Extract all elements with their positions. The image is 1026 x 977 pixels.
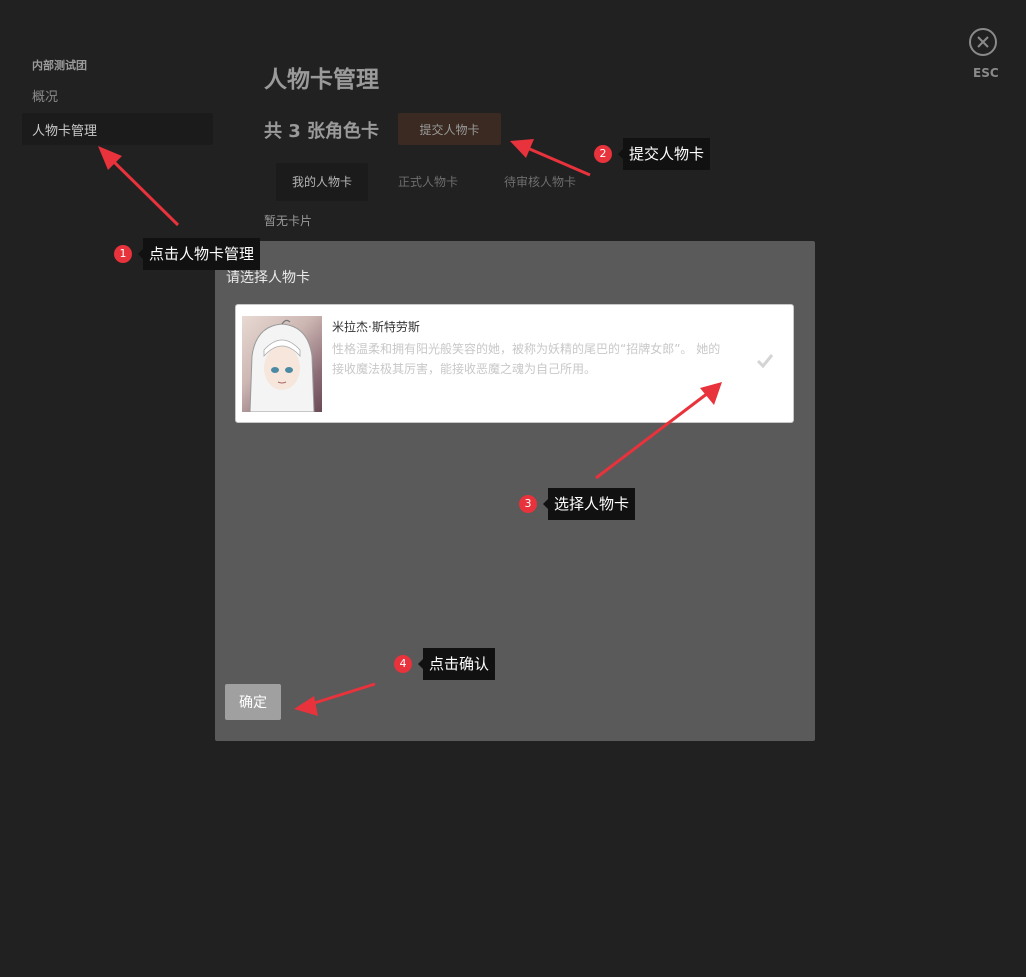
annotation-label-4: 点击确认 [417, 648, 496, 680]
annotation-badge-2: 2 [594, 145, 612, 163]
arrow-3 [595, 391, 709, 480]
annotation-badge-1: 1 [114, 245, 132, 263]
arrow-3-head [700, 382, 722, 405]
arrow-4 [307, 682, 376, 707]
arrow-2 [524, 145, 591, 177]
annotation-arrows [98, 139, 722, 716]
arrow-1 [108, 156, 180, 227]
arrow-4-head [294, 696, 318, 716]
annotation-label-3: 选择人物卡 [542, 488, 636, 520]
annotation-badge-4: 4 [394, 655, 412, 673]
annotation-badge-3: 3 [519, 495, 537, 513]
annotation-label-1: 点击人物卡管理 [137, 238, 261, 270]
annotation-label-2: 提交人物卡 [617, 138, 711, 170]
